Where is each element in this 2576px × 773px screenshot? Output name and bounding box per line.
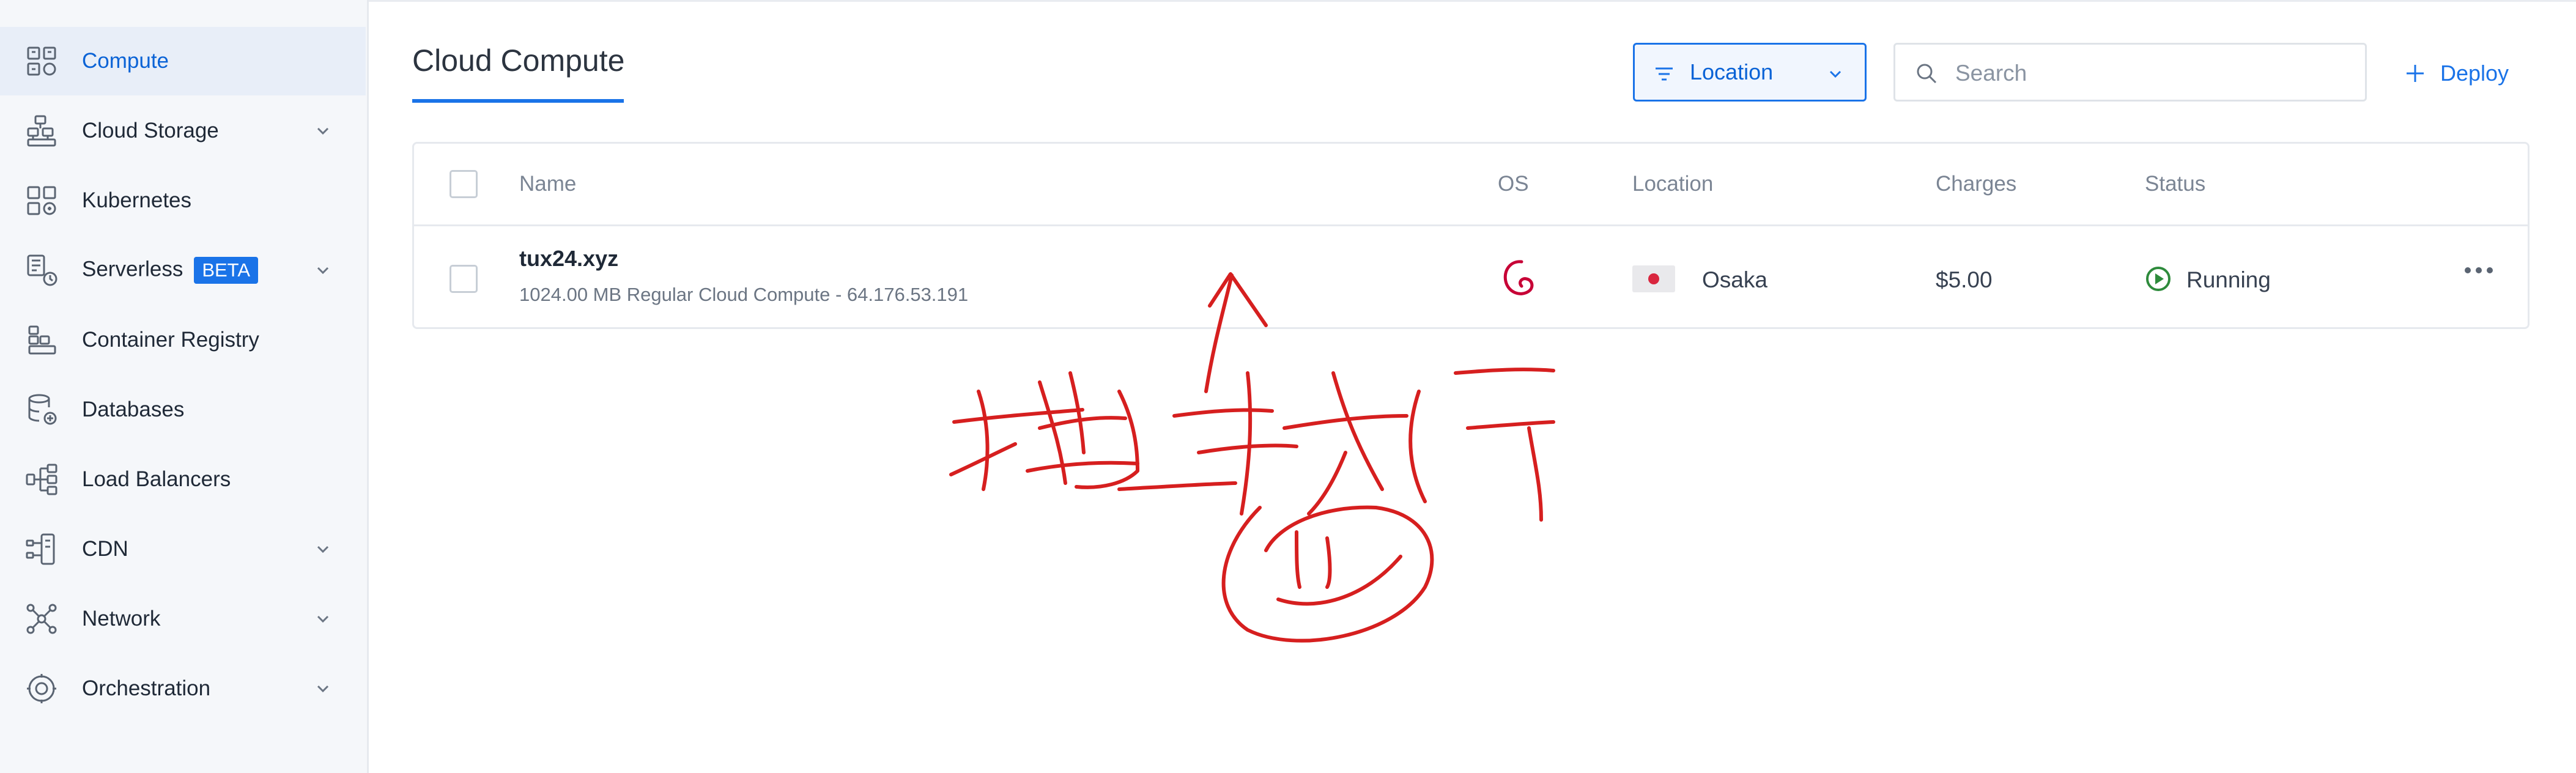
japan-flag-icon [1632,265,1675,292]
location-filter-button[interactable]: Location [1633,43,1867,102]
plus-icon [2407,65,2424,82]
sidebar-item-container-registry[interactable]: Container Registry [0,306,366,374]
more-actions-icon[interactable] [2460,263,2497,281]
search-box [1893,43,2367,102]
search-input[interactable] [1954,54,2348,92]
top-border [367,0,2576,2]
sidebar-item-label: Kubernetes [82,188,192,212]
active-tab-indicator [412,99,624,103]
column-header-name[interactable]: Name [519,172,576,196]
location-value: Osaka [1702,267,1767,292]
load-balancer-icon [24,462,59,497]
column-header-location[interactable]: Location [1632,172,1713,196]
network-icon [24,602,59,636]
column-header-os[interactable]: OS [1498,172,1529,196]
filter-icon [1656,67,1673,81]
charges-value: $5.00 [1936,267,1993,292]
instances-table: Name OS Location Charges Status tux24.xy… [412,142,2530,329]
sidebar-item-label: Orchestration [82,676,211,700]
chevron-down-icon [1829,70,1841,78]
sidebar-item-label: Serverless BETA [82,257,258,284]
sidebar-item-label: Load Balancers [82,467,231,491]
sidebar-item-label: CDN [82,537,128,561]
chevron-down-icon[interactable] [313,121,333,141]
registry-icon [24,323,59,357]
sidebar-item-serverless[interactable]: Serverless BETA [0,236,366,305]
sidebar-item-label: Cloud Storage [82,119,219,142]
location-filter-label: Location [1690,59,1774,84]
sidebar-item-orchestration[interactable]: Orchestration [0,654,366,723]
server-description: 1024.00 MB Regular Cloud Compute - 64.17… [519,284,969,305]
column-header-status[interactable]: Status [2145,172,2205,196]
sidebar-item-cloud-storage[interactable]: Cloud Storage [0,97,366,165]
chevron-down-icon[interactable] [313,679,333,698]
cdn-icon [24,532,59,566]
sidebar-item-label: Databases [82,398,185,421]
sidebar-item-cdn[interactable]: CDN [0,515,366,583]
chevron-down-icon[interactable] [313,261,333,280]
database-icon [24,393,59,427]
search-icon [1917,64,1937,84]
chevron-down-icon[interactable] [313,539,333,559]
sidebar-item-kubernetes[interactable]: Kubernetes [0,166,366,235]
storage-icon [24,114,59,148]
sidebar: Compute Cloud Storage Kubernetes Serverl… [0,0,369,773]
status-value: Running [2186,267,2271,292]
table-header: Name OS Location Charges Status [414,144,2528,226]
table-row[interactable]: tux24.xyz 1024.00 MB Regular Cloud Compu… [414,226,2528,329]
running-status-icon [2146,267,2171,291]
sidebar-item-label: Container Registry [82,328,259,352]
sidebar-item-databases[interactable]: Databases [0,375,366,444]
deploy-button[interactable]: Deploy [2404,54,2509,93]
sidebar-item-label: Compute [82,49,169,73]
sidebar-item-network[interactable]: Network [0,585,366,653]
sidebar-item-label: Network [82,607,161,631]
beta-badge: BETA [194,257,258,284]
handwritten-annotation-drawing [949,272,1555,643]
select-all-checkbox[interactable] [450,170,478,198]
deploy-label: Deploy [2440,61,2509,86]
chevron-down-icon[interactable] [313,609,333,629]
page-title: Cloud Compute [412,43,625,78]
sidebar-item-load-balancers[interactable]: Load Balancers [0,445,366,514]
column-header-charges[interactable]: Charges [1936,172,2016,196]
server-name-link[interactable]: tux24.xyz [519,246,618,272]
compute-icon [24,44,59,78]
row-select-checkbox[interactable] [450,265,478,293]
sidebar-item-compute[interactable]: Compute [0,27,366,95]
kubernetes-icon [24,183,59,218]
debian-icon [1503,260,1534,295]
serverless-icon [24,253,59,287]
orchestration-icon [24,671,59,706]
